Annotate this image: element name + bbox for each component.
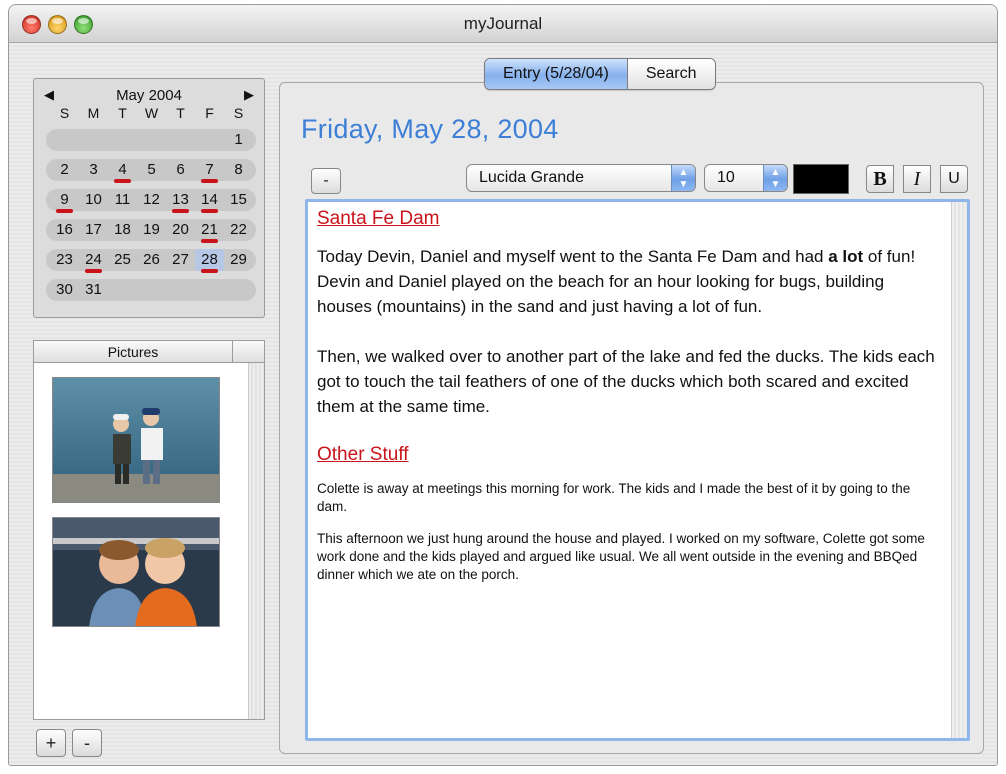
calendar-day[interactable]: 21 [195,219,224,243]
font-family-select[interactable]: Lucida Grande ▲ ▼ [466,164,696,192]
mini-calendar: ◀ May 2004 ▶ S M T W T F S 1 2 3 4 5 6 7 8 9 10 11… [33,78,265,318]
calendar-day[interactable]: 7 [195,159,224,183]
calendar-empty-cell [79,129,108,151]
calendar-day[interactable]: 9 [50,189,79,213]
calendar-week-row: 1 [46,129,256,151]
calendar-empty-cell [108,129,137,151]
calendar-day[interactable]: 1 [224,129,253,151]
stepper-arrows-icon: ▲ ▼ [763,165,787,191]
window-title: myJournal [463,14,543,33]
column-divider [232,341,233,363]
calendar-day[interactable]: 14 [195,189,224,213]
pictures-panel: Pictures [33,340,265,720]
calendar-grid: 1 2 3 4 5 6 7 8 9 10 11 12 13 14 15 16 17 18 19 20 21 22 23 24 2… [46,129,256,309]
calendar-day[interactable]: 23 [50,249,79,271]
calendar-empty-cell [166,129,195,151]
calendar-day[interactable]: 22 [224,219,253,241]
calendar-day[interactable]: 20 [166,219,195,241]
text-color-well[interactable] [793,164,849,194]
calendar-empty-cell [137,129,166,151]
pictures-scrollbar[interactable] [248,363,264,719]
calendar-day[interactable]: 30 [50,279,79,301]
font-size-select[interactable]: 10 ▲ ▼ [704,164,788,192]
calendar-weekday-header: S M T W T F S [50,105,254,121]
weekday-label: S [233,105,244,121]
calendar-week-row: 2345678 [46,159,256,183]
calendar-empty-cell [108,279,137,301]
calendar-empty-cell [50,129,79,151]
photo-thumbnail[interactable] [52,377,220,503]
font-family-value: Lucida Grande [479,169,584,186]
underline-button[interactable]: U [940,165,968,193]
editor-content: Santa Fe Dam Today Devin, Daniel and mys… [317,208,942,598]
calendar-day[interactable]: 18 [108,219,137,241]
kids-portrait-photo-image [53,518,219,626]
calendar-week-row: 16 17 18 19 20 21 22 [46,219,256,243]
calendar-day[interactable]: 17 [79,219,108,241]
calendar-day[interactable]: 16 [50,219,79,241]
weekday-label: M [87,105,100,121]
italic-button[interactable]: I [903,165,931,193]
editor-scrollbar[interactable] [951,202,967,738]
calendar-day[interactable]: 4 [108,159,137,183]
tab-entry[interactable]: Entry (5/28/04) [485,59,628,89]
calendar-empty-cell [195,279,224,301]
calendar-next-month-button[interactable]: ▶ [244,87,254,103]
weekday-label: T [176,105,185,121]
photo-thumbnail[interactable] [52,517,220,627]
calendar-empty-cell [166,279,195,301]
calendar-day[interactable]: 26 [137,249,166,271]
calendar-week-row: 30 31 [46,279,256,301]
calendar-day[interactable]: 6 [166,159,195,181]
weekday-label: S [59,105,70,121]
font-size-value: 10 [717,169,735,186]
calendar-day[interactable]: 8 [224,159,253,181]
weekday-label: T [118,105,127,121]
calendar-week-row: 9 10 11 12 13 14 15 [46,189,256,213]
calendar-day[interactable]: 24 [79,249,108,273]
tab-search[interactable]: Search [627,59,715,89]
section-heading: Santa Fe Dam [317,208,440,229]
calendar-day[interactable]: 13 [166,189,195,213]
lake-photo-image [53,378,219,502]
title-bar: myJournal [9,5,997,43]
calendar-day[interactable]: 25 [108,249,137,271]
weekday-label: W [144,105,159,121]
pictures-column-header[interactable]: Pictures [34,341,264,363]
calendar-day[interactable]: 2 [50,159,79,181]
remove-picture-button[interactable]: - [72,729,102,757]
calendar-empty-cell [137,279,166,301]
pictures-header-label: Pictures [107,344,159,360]
add-picture-button[interactable]: + [36,729,66,757]
calendar-day[interactable]: 29 [224,249,253,271]
calendar-day[interactable]: 15 [224,189,253,211]
entry-paragraph: Today Devin, Daniel and myself went to t… [317,247,916,316]
collapse-button[interactable]: - [311,168,341,194]
calendar-empty-cell [224,279,253,301]
calendar-day[interactable]: 31 [79,279,108,301]
calendar-day[interactable]: 11 [108,189,137,211]
calendar-month-label: May 2004 [116,87,182,104]
entry-paragraph: Then, we walked over to another part of … [317,347,935,416]
calendar-empty-cell [195,129,224,151]
view-tabs: Entry (5/28/04) Search [484,58,716,90]
entry-date-title: Friday, May 28, 2004 [301,114,559,144]
calendar-day[interactable]: 27 [166,249,195,271]
calendar-day[interactable]: 10 [79,189,108,211]
calendar-day[interactable]: 5 [137,159,166,181]
journal-text-editor[interactable]: Santa Fe Dam Today Devin, Daniel and mys… [305,199,970,741]
calendar-day[interactable]: 28 [195,249,224,273]
calendar-day[interactable]: 3 [79,159,108,181]
entry-paragraph: This afternoon we just hung around the h… [317,531,925,582]
weekday-label: F [205,105,214,121]
calendar-week-row: 23 24 25 26 27 28 29 [46,249,256,273]
calendar-day[interactable]: 12 [137,189,166,211]
entry-paragraph: Colette is away at meetings this morning… [317,481,911,514]
section-heading: Other Stuff [317,444,409,465]
stepper-arrows-icon: ▲ ▼ [671,165,695,191]
bold-button[interactable]: B [866,165,894,193]
calendar-day[interactable]: 19 [137,219,166,241]
